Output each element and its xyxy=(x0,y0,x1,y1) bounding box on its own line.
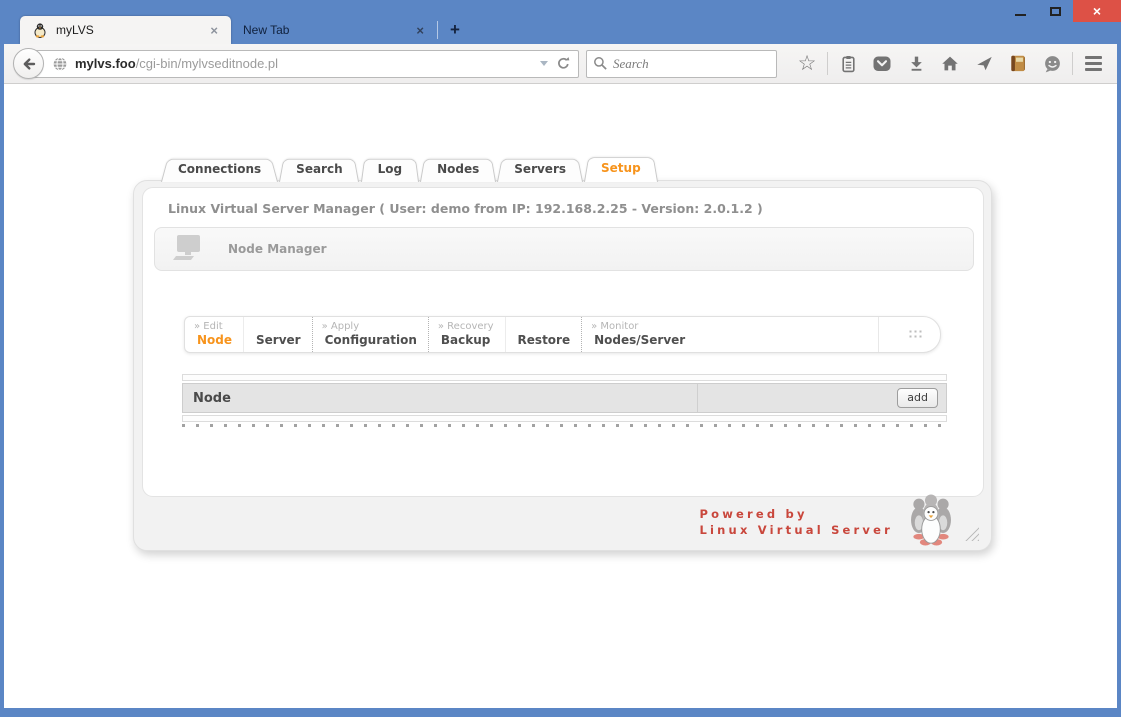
tab-search[interactable]: Search xyxy=(279,156,359,182)
tab-log[interactable]: Log xyxy=(361,156,419,182)
resize-grip-icon[interactable] xyxy=(964,526,979,541)
table-header-row: Node add xyxy=(182,383,947,413)
pocket-icon[interactable] xyxy=(865,49,899,79)
computer-icon xyxy=(169,233,205,265)
column-header-node: Node xyxy=(193,391,231,406)
penguins-logo-icon xyxy=(903,494,959,546)
close-button[interactable]: × xyxy=(1073,0,1121,22)
titlebar: × myLVS × New Tab × + xyxy=(4,0,1117,44)
reload-icon[interactable] xyxy=(556,56,571,71)
minimize-button[interactable] xyxy=(1003,0,1037,22)
table-top-strip xyxy=(182,374,947,381)
url-dropdown-icon[interactable] xyxy=(540,61,548,66)
node-table: Node add xyxy=(182,374,947,427)
toolbar-separator xyxy=(827,52,828,75)
book-icon[interactable] xyxy=(1001,49,1035,79)
url-bar[interactable]: mylvs.foo/cgi-bin/mylvseditnode.pl xyxy=(27,50,579,78)
table-bottom-strip xyxy=(182,415,947,422)
bookmark-star-icon[interactable]: ☆ xyxy=(790,49,824,79)
download-icon[interactable] xyxy=(899,49,933,79)
subtab-backup[interactable]: Backup xyxy=(438,333,494,347)
clipboard-icon[interactable] xyxy=(831,49,865,79)
browser-tab-newtab[interactable]: New Tab × xyxy=(231,16,437,44)
home-icon[interactable] xyxy=(933,49,967,79)
drag-handle-dots-icon[interactable] xyxy=(908,329,924,340)
back-arrow-icon xyxy=(21,56,37,72)
subtab-server[interactable]: Server xyxy=(253,333,301,347)
tab-title: New Tab xyxy=(243,23,413,37)
search-box[interactable] xyxy=(586,50,777,78)
url-path: /cgi-bin/mylvseditnode.pl xyxy=(136,56,278,71)
app-tabbar: Connections Search Log Nodes Servers Set… xyxy=(161,154,659,182)
subtab-cell: » Monitor Nodes/Server xyxy=(581,317,696,352)
page-content: Connections Search Log Nodes Servers Set… xyxy=(4,84,1117,708)
app-header-text: Linux Virtual Server Manager ( User: dem… xyxy=(168,201,763,216)
menu-button[interactable] xyxy=(1076,49,1110,79)
maximize-button[interactable] xyxy=(1037,0,1073,22)
panel-footer: Powered by Linux Virtual Server xyxy=(134,496,991,550)
subtab-cell: » Edit Node xyxy=(185,317,243,352)
globe-icon xyxy=(52,56,68,72)
browser-window: × myLVS × New Tab × + xyxy=(0,0,1121,717)
subtab-configuration[interactable]: Configuration xyxy=(322,333,417,347)
subtab-group-label: » Recovery xyxy=(438,321,494,333)
table-dashed-edge xyxy=(182,424,947,427)
new-tab-button[interactable]: + xyxy=(438,16,472,44)
section-title: Node Manager xyxy=(228,242,327,256)
subtab-cell: Restore xyxy=(505,317,582,352)
toolbar-separator xyxy=(1072,52,1073,75)
tab-setup[interactable]: Setup xyxy=(584,154,658,182)
column-divider xyxy=(697,384,698,412)
subtab-nodes-server[interactable]: Nodes/Server xyxy=(591,333,685,347)
nav-toolbar: mylvs.foo/cgi-bin/mylvseditnode.pl ☆ xyxy=(4,44,1117,84)
tab-title: myLVS xyxy=(56,23,207,37)
search-input[interactable] xyxy=(613,56,743,72)
subtab-restore[interactable]: Restore xyxy=(515,333,571,347)
tab-nodes[interactable]: Nodes xyxy=(420,156,496,182)
subtab-group-label: » Edit xyxy=(194,321,232,333)
subtab-cell: Server xyxy=(243,317,312,352)
browser-tab-mylvs[interactable]: myLVS × xyxy=(20,16,231,44)
subtab-cell: » Apply Configuration xyxy=(312,317,428,352)
share-icon[interactable] xyxy=(967,49,1001,79)
tab-connections[interactable]: Connections xyxy=(161,156,278,182)
subtab-group-label: » Apply xyxy=(322,321,417,333)
tab-servers[interactable]: Servers xyxy=(497,156,583,182)
subtab-group-label: » Monitor xyxy=(591,321,685,333)
main-panel: Linux Virtual Server Manager ( User: dem… xyxy=(133,180,992,551)
back-button[interactable] xyxy=(13,48,44,79)
powered-by-text: Powered by Linux Virtual Server xyxy=(700,506,894,538)
node-manager-section: Node Manager xyxy=(154,227,974,271)
tux-favicon-icon xyxy=(32,22,48,38)
subtab-handle-area xyxy=(878,317,940,352)
url-host: mylvs.foo xyxy=(75,56,136,71)
hamburger-icon xyxy=(1085,56,1102,71)
content-card: Linux Virtual Server Manager ( User: dem… xyxy=(142,187,984,497)
subtab-node[interactable]: Node xyxy=(194,333,232,347)
add-button[interactable]: add xyxy=(897,388,938,408)
tab-close-icon[interactable]: × xyxy=(413,23,427,38)
tab-close-icon[interactable]: × xyxy=(207,23,221,38)
subtab-bar: » Edit Node Server » Apply Configuration… xyxy=(184,316,941,353)
subtab-cell: » Recovery Backup xyxy=(428,317,505,352)
chat-icon[interactable] xyxy=(1035,49,1069,79)
search-icon xyxy=(593,56,608,71)
